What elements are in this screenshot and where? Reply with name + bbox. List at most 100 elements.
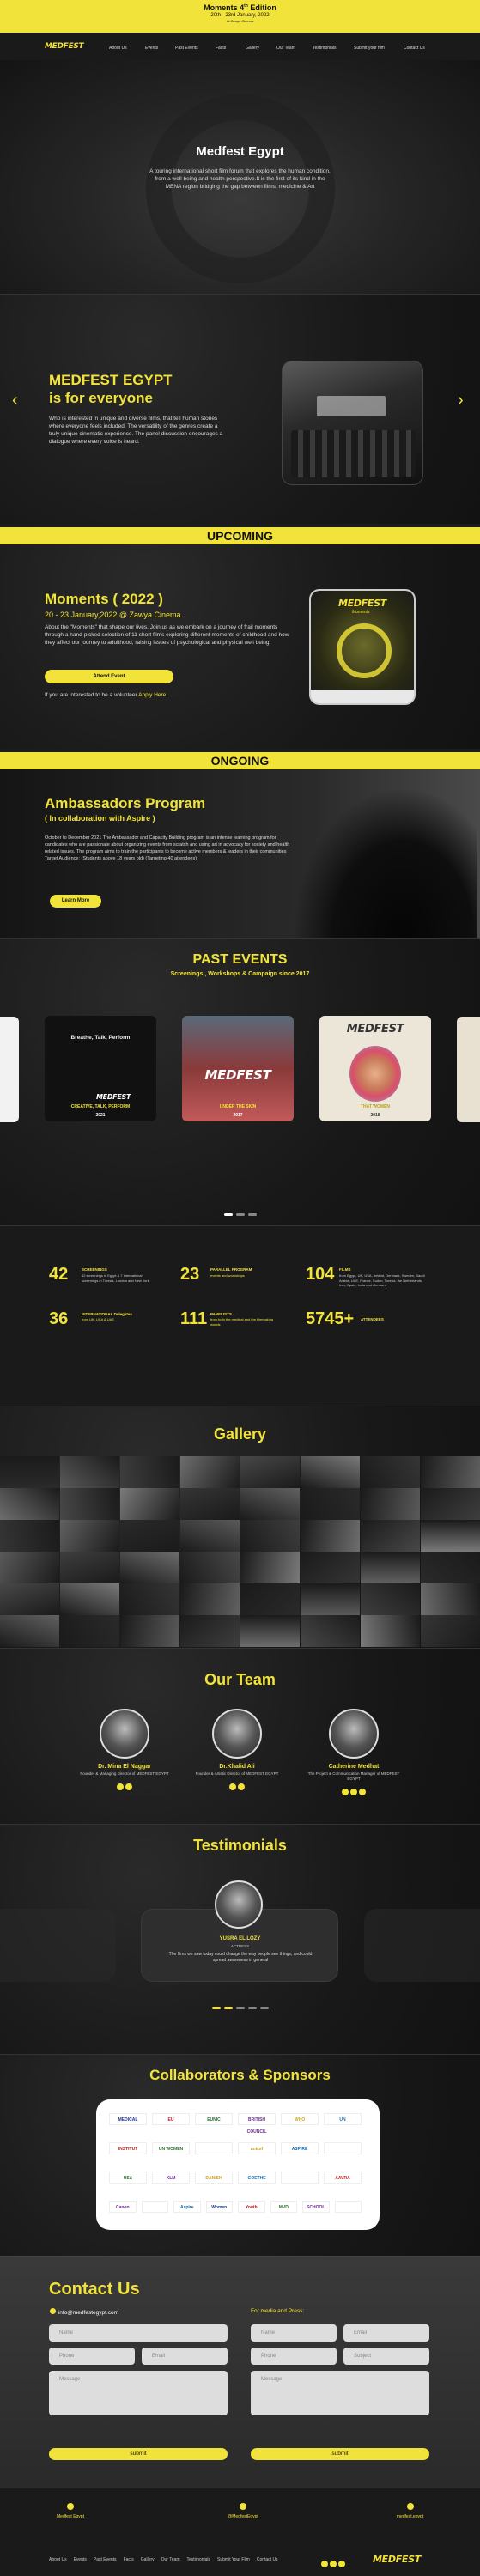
gallery-photo[interactable]: [60, 1488, 119, 1520]
gallery-photo[interactable]: [120, 1615, 179, 1647]
facebook-icon[interactable]: [342, 1789, 349, 1795]
nav-submit-film[interactable]: Submit your film: [354, 46, 385, 51]
press-message-field[interactable]: Message: [251, 2371, 429, 2415]
nav-events[interactable]: Events: [145, 46, 158, 51]
twitter-icon[interactable]: [330, 2561, 337, 2567]
press-email-field[interactable]: Email: [343, 2324, 429, 2342]
page-dot[interactable]: [235, 1213, 245, 1216]
instagram-icon[interactable]: [359, 1789, 366, 1795]
past-event-card[interactable]: MEDFEST UNDER THE SKIN 2017: [182, 1016, 294, 1121]
gallery-photo[interactable]: [180, 1583, 240, 1615]
email-field[interactable]: Email: [142, 2348, 228, 2365]
nav-contact[interactable]: Contact Us: [404, 46, 425, 51]
press-name-field[interactable]: Name: [251, 2324, 337, 2342]
page-dot[interactable]: [223, 1213, 233, 1216]
nav-facts[interactable]: Facts: [216, 46, 226, 51]
gallery-photo[interactable]: [240, 1615, 300, 1647]
page-dot[interactable]: [223, 2007, 233, 2009]
slider-prev-arrow[interactable]: ‹: [12, 391, 18, 410]
gallery-photo[interactable]: [60, 1520, 119, 1552]
footer-link[interactable]: Facts: [124, 2557, 134, 2562]
footer-link[interactable]: Contact Us: [257, 2557, 278, 2562]
nav-past-events[interactable]: Past Events: [175, 46, 198, 51]
gallery-photo[interactable]: [361, 1583, 420, 1615]
gallery-photo[interactable]: [301, 1520, 360, 1552]
gallery-photo[interactable]: [120, 1488, 179, 1520]
gallery-photo[interactable]: [240, 1583, 300, 1615]
gallery-photo[interactable]: [301, 1488, 360, 1520]
gallery-photo[interactable]: [361, 1488, 420, 1520]
gallery-photo[interactable]: [421, 1583, 480, 1615]
gallery-photo[interactable]: [301, 1615, 360, 1647]
message-field[interactable]: Message: [49, 2371, 228, 2415]
gallery-photo[interactable]: [361, 1552, 420, 1583]
gallery-photo[interactable]: [60, 1583, 119, 1615]
gallery-photo[interactable]: [120, 1456, 179, 1488]
page-dot[interactable]: [235, 2007, 245, 2009]
gallery-photo[interactable]: [361, 1615, 420, 1647]
gallery-photo[interactable]: [240, 1488, 300, 1520]
footer-link[interactable]: Submit Your Film: [217, 2557, 250, 2562]
press-subject-field[interactable]: Subject: [343, 2348, 429, 2365]
gallery-photo[interactable]: [361, 1456, 420, 1488]
gallery-photo[interactable]: [361, 1520, 420, 1552]
instagram-icon[interactable]: [338, 2561, 345, 2567]
gallery-photo[interactable]: [301, 1583, 360, 1615]
press-submit-button[interactable]: submit: [251, 2448, 429, 2460]
gallery-photo[interactable]: [180, 1552, 240, 1583]
gallery-photo[interactable]: [240, 1552, 300, 1583]
gallery-photo[interactable]: [180, 1520, 240, 1552]
gallery-photo[interactable]: [421, 1520, 480, 1552]
name-field[interactable]: Name: [49, 2324, 228, 2342]
submit-button[interactable]: submit: [49, 2448, 228, 2460]
gallery-photo[interactable]: [120, 1520, 179, 1552]
gallery-photo[interactable]: [60, 1552, 119, 1583]
past-event-card[interactable]: Breathe, Talk, Perform MEDFEST CREATIVE,…: [45, 1016, 156, 1121]
gallery-photo[interactable]: [120, 1583, 179, 1615]
nav-gallery[interactable]: Gallery: [246, 46, 259, 51]
page-dot[interactable]: [259, 2007, 269, 2009]
nav-about[interactable]: About Us: [109, 46, 127, 51]
gallery-photo[interactable]: [301, 1456, 360, 1488]
gallery-photo[interactable]: [0, 1615, 59, 1647]
volunteer-apply-link[interactable]: Apply Here.: [138, 692, 167, 698]
nav-testimonials[interactable]: Testimonials: [313, 46, 337, 51]
footer-twitter[interactable]: @MedfestEgypt: [217, 2503, 269, 2519]
footer-link[interactable]: Our Team: [161, 2557, 180, 2562]
footer-link[interactable]: Testimonials: [187, 2557, 211, 2562]
gallery-photo[interactable]: [120, 1552, 179, 1583]
gallery-photo[interactable]: [421, 1615, 480, 1647]
page-dot[interactable]: [247, 1213, 257, 1216]
facebook-icon[interactable]: [117, 1783, 124, 1790]
page-dot[interactable]: [247, 2007, 257, 2009]
linkedin-icon[interactable]: [238, 1783, 245, 1790]
gallery-photo[interactable]: [180, 1488, 240, 1520]
page-dot[interactable]: [211, 2007, 221, 2009]
gallery-photo[interactable]: [0, 1552, 59, 1583]
facebook-icon[interactable]: [229, 1783, 236, 1790]
footer-link[interactable]: About Us: [49, 2557, 67, 2562]
learn-more-button[interactable]: Learn More: [50, 895, 101, 908]
gallery-photo[interactable]: [0, 1456, 59, 1488]
logo[interactable]: MEDFEST: [45, 42, 84, 51]
gallery-photo[interactable]: [60, 1456, 119, 1488]
linkedin-icon[interactable]: [125, 1783, 132, 1790]
gallery-photo[interactable]: [421, 1456, 480, 1488]
footer-link[interactable]: Events: [74, 2557, 87, 2562]
gallery-photo[interactable]: [0, 1488, 59, 1520]
linkedin-icon[interactable]: [350, 1789, 357, 1795]
press-phone-field[interactable]: Phone: [251, 2348, 337, 2365]
gallery-photo[interactable]: [60, 1615, 119, 1647]
nav-team[interactable]: Our Team: [276, 46, 295, 51]
facebook-icon[interactable]: [321, 2561, 328, 2567]
gallery-photo[interactable]: [240, 1520, 300, 1552]
gallery-photo[interactable]: [180, 1615, 240, 1647]
past-event-card[interactable]: MEDFEST THAT WOMEN 2018: [319, 1016, 431, 1121]
footer-facebook[interactable]: Medfest Egypt: [49, 2503, 92, 2519]
gallery-photo[interactable]: [180, 1456, 240, 1488]
gallery-photo[interactable]: [240, 1456, 300, 1488]
contact-email[interactable]: info@medfestegypt.com: [58, 2310, 118, 2316]
footer-link[interactable]: Past Events: [94, 2557, 117, 2562]
phone-field[interactable]: Phone: [49, 2348, 135, 2365]
gallery-photo[interactable]: [301, 1552, 360, 1583]
